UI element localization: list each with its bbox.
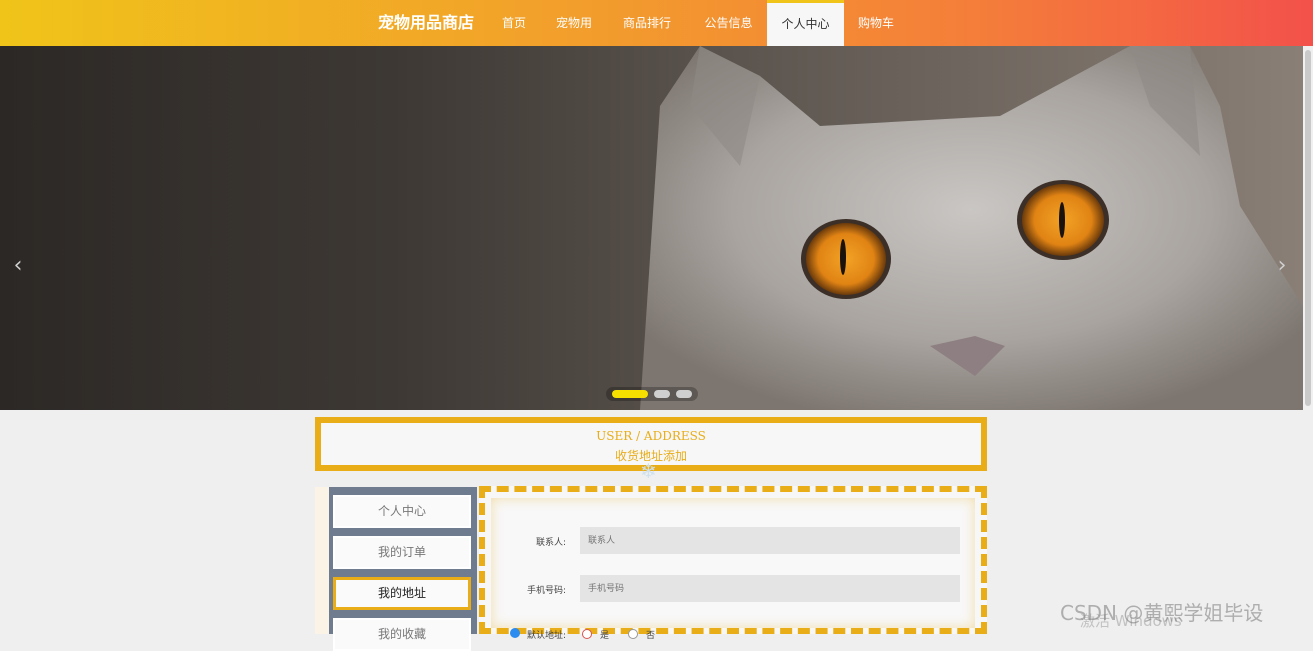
default-no-label: 否 [646,631,656,641]
cat-photo [640,46,1303,410]
nav-personal-center[interactable]: 个人中心 [767,0,844,46]
phone-label: 手机号码: [526,586,566,596]
carousel-dot-3[interactable] [676,390,692,398]
default-address-label: 默认地址: [526,631,566,641]
side-menu-personal-center[interactable]: 个人中心 [333,495,471,528]
contact-label: 联系人: [535,538,566,548]
snowflake-icon: ❄ [640,459,657,483]
chevron-left-icon[interactable]: ‹ [8,251,28,281]
carousel-dot-1[interactable] [612,390,648,398]
address-form-panel [479,486,987,634]
page-scrollbar[interactable] [1303,46,1313,410]
site-brand[interactable]: 宠物用品商店 [378,0,474,46]
address-form-inner [491,498,975,628]
nav-announcements[interactable]: 公告信息 [690,0,767,46]
csdn-watermark: CSDN @黄熙学姐毕设 [1060,601,1264,625]
side-menu-my-orders[interactable]: 我的订单 [333,536,471,569]
nav-pet-supplies[interactable]: 宠物用品 [542,0,609,76]
side-menu-panel: 个人中心 我的订单 我的地址 我的收藏 [329,487,477,651]
contact-input[interactable] [580,527,960,554]
carousel-dot-2[interactable] [654,390,670,398]
nav-ranking[interactable]: 商品排行榜 [609,0,690,76]
side-menu-my-address[interactable]: 我的地址 [333,577,471,610]
banner-carousel: ‹ › [0,46,1303,410]
default-yes-radio[interactable] [582,629,592,639]
default-no-radio[interactable] [628,629,638,639]
chevron-right-icon[interactable]: › [1272,251,1292,281]
main-nav: 首页 宠物用品 商品排行榜 公告信息 个人中心 购物车 [488,0,910,76]
scrollbar-thumb[interactable] [1305,50,1311,406]
default-yes-label: 是 [600,631,610,641]
side-menu: 个人中心 我的订单 我的地址 我的收藏 [315,487,477,651]
carousel-indicators [606,387,698,401]
nav-home[interactable]: 首页 [488,0,542,46]
section-title-en: USER / ADDRESS [596,429,706,443]
side-menu-my-favorites[interactable]: 我的收藏 [333,618,471,651]
top-nav-bar: 宠物用品商店 首页 宠物用品 商品排行榜 公告信息 个人中心 购物车 [0,0,1313,76]
nav-cart[interactable]: 购物车 [844,0,910,46]
phone-input[interactable] [580,575,960,602]
